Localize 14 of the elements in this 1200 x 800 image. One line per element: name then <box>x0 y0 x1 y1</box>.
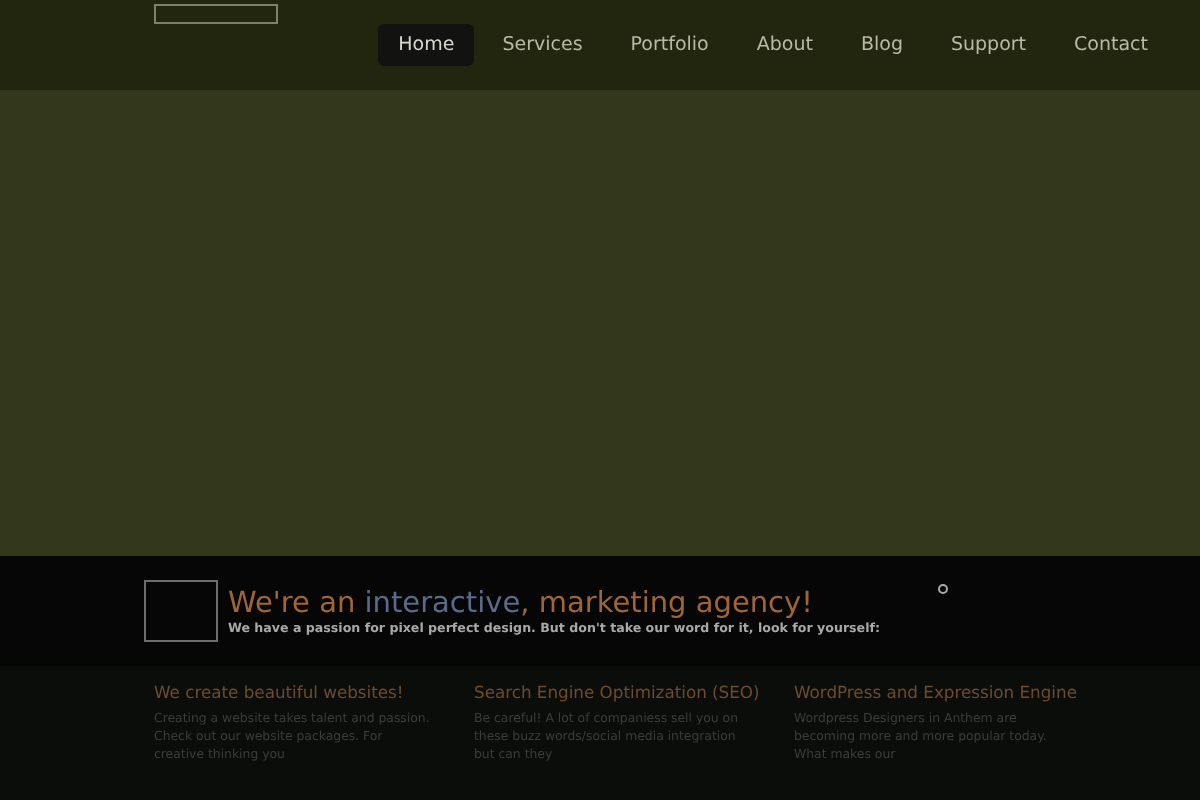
nav-link[interactable]: Contact <box>1054 23 1168 65</box>
headline: We're an interactive, marketing agency! <box>228 587 815 619</box>
nav-link[interactable]: Home <box>378 23 475 65</box>
nav-link[interactable]: About <box>736 23 833 65</box>
column-title: We create beautiful websites! <box>154 682 406 702</box>
image-frame <box>144 580 218 642</box>
nav-link[interactable]: Blog <box>840 23 923 65</box>
nav-link[interactable]: Portfolio <box>610 23 729 65</box>
logo-box[interactable] <box>154 4 278 24</box>
column-title: Search Engine Optimization (SEO) <box>474 682 754 702</box>
column-title: WordPress and Expression Engine <box>794 682 1074 702</box>
nav-link[interactable]: Services <box>482 23 603 65</box>
nav-link[interactable]: Support <box>930 23 1047 65</box>
dot-icon <box>938 584 948 594</box>
